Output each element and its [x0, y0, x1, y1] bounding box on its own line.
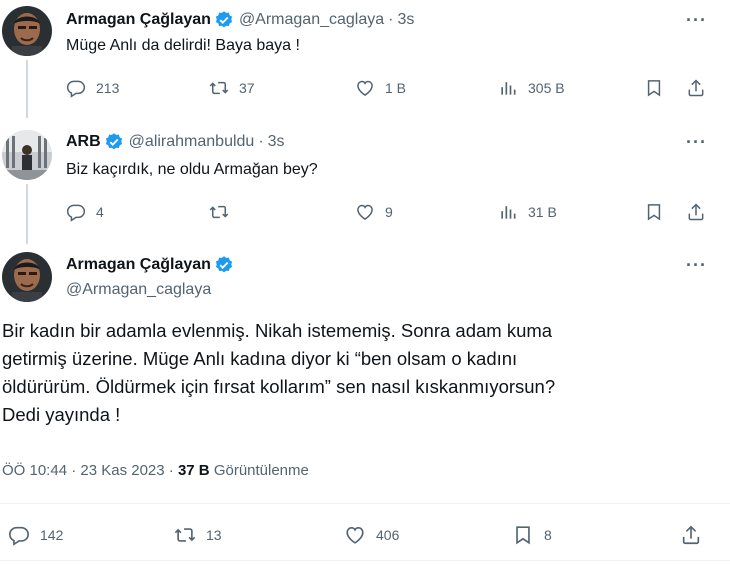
text-line: öldürürüm. Öldürmek için fırsat kollarım… — [2, 376, 556, 397]
avatar-photo — [2, 6, 52, 56]
reply-button[interactable]: 213 — [66, 78, 119, 98]
like-button[interactable]: 1 B — [355, 78, 406, 98]
tweet-text: Biz kaçırdık, ne oldu Armağan bey? — [66, 161, 318, 178]
action-bar: 4 9 31 B — [66, 202, 716, 226]
action-bar: 213 37 1 B 305 B — [66, 78, 716, 102]
text-line: Bir kadın bir adamla evlenmiş. Nikah ist… — [2, 320, 553, 341]
reply-count: 213 — [96, 80, 120, 96]
like-count: 1 B — [385, 80, 407, 96]
retweet-icon — [209, 78, 229, 98]
retweet-button[interactable] — [209, 202, 239, 222]
share-icon — [680, 524, 702, 546]
bookmark-button[interactable]: 8 — [512, 524, 552, 546]
bookmark-icon — [644, 202, 664, 222]
retweet-icon — [209, 202, 229, 222]
verified-badge-icon — [104, 132, 124, 152]
more-dots-icon[interactable]: ··· — [686, 10, 707, 31]
views-chart-icon — [498, 78, 518, 98]
tweet-2-header: ARB @alirahmanbuldu · 3s — [66, 132, 285, 152]
views-chart-icon — [498, 202, 518, 222]
reply-count: 142 — [40, 527, 64, 543]
like-count: 9 — [385, 204, 393, 220]
tweet-2[interactable]: ARB @alirahmanbuldu · 3s ··· Biz kaçırdı… — [0, 118, 730, 244]
verified-badge-icon — [214, 10, 234, 30]
divider — [0, 503, 730, 504]
handle[interactable]: @Armagan_caglaya — [239, 11, 384, 29]
retweet-count: 37 — [239, 80, 255, 96]
share-button[interactable] — [680, 524, 702, 546]
like-button[interactable]: 9 — [355, 202, 393, 222]
views-button[interactable]: 31 B — [498, 202, 557, 222]
avatar-armagan[interactable] — [2, 6, 52, 56]
bookmark-button[interactable] — [644, 202, 664, 222]
heart-icon — [355, 202, 375, 222]
views-button[interactable]: 305 B — [498, 78, 565, 98]
thread-line — [26, 184, 28, 244]
reply-icon — [8, 524, 30, 546]
avatar-photo — [2, 130, 52, 180]
reply-icon — [66, 78, 86, 98]
heart-icon — [355, 78, 375, 98]
more-dots-icon[interactable]: ··· — [686, 255, 707, 276]
main-action-bar: 142 13 406 8 — [8, 524, 708, 548]
views-count: 37 B — [177, 462, 210, 479]
tweet-1[interactable]: Armagan Çağlayan @Armagan_caglaya · 3s ·… — [0, 0, 730, 118]
reply-icon — [66, 202, 86, 222]
share-icon — [686, 78, 706, 98]
text-line: getirmiş üzerine. Müge Anlı kadına diyor… — [2, 348, 518, 369]
tweet-meta: ÖÖ 10:44 · 23 Kas 2023 · 37 B Görüntülen… — [2, 462, 309, 479]
share-icon — [686, 202, 706, 222]
retweet-button[interactable]: 37 — [209, 78, 255, 98]
reply-button[interactable]: 4 — [66, 202, 104, 222]
verified-badge-icon — [214, 255, 234, 275]
bookmark-icon — [512, 524, 534, 546]
bookmark-count: 8 — [544, 527, 552, 543]
retweet-button[interactable]: 13 — [174, 524, 222, 546]
more-dots-icon[interactable]: ··· — [686, 132, 707, 153]
like-button[interactable]: 406 — [344, 524, 399, 546]
timestamp[interactable]: 3s — [268, 133, 285, 151]
display-name[interactable]: Armagan Çağlayan — [66, 256, 211, 274]
heart-icon — [344, 524, 366, 546]
handle[interactable]: @alirahmanbuldu — [129, 133, 255, 151]
retweet-count: 13 — [206, 527, 222, 543]
timestamp[interactable]: 3s — [397, 11, 414, 29]
views-label: Görüntülenme — [213, 462, 309, 479]
tweet-1-header: Armagan Çağlayan @Armagan_caglaya · 3s — [66, 10, 414, 30]
handle[interactable]: @Armagan_caglaya — [66, 281, 211, 299]
bookmark-icon — [644, 78, 664, 98]
bookmark-button[interactable] — [644, 78, 664, 98]
like-count: 406 — [376, 527, 400, 543]
share-button[interactable] — [686, 78, 706, 98]
views-count: 31 B — [528, 204, 557, 220]
post-timestamp[interactable]: ÖÖ 10:44 · 23 Kas 2023 · — [2, 462, 174, 479]
thread-line — [26, 60, 28, 118]
display-name[interactable]: ARB — [66, 133, 101, 151]
retweet-icon — [174, 524, 196, 546]
reply-button[interactable]: 142 — [8, 524, 63, 546]
main-tweet-header: Armagan Çağlayan — [66, 255, 234, 275]
reply-count: 4 — [96, 204, 104, 220]
tweet-text: Müge Anlı da delirdi! Baya baya ! — [66, 37, 300, 54]
main-tweet-text: Bir kadın bir adamla evlenmiş. Nikah ist… — [2, 317, 702, 429]
display-name[interactable]: Armagan Çağlayan — [66, 11, 211, 29]
text-line: Dedi yayında ! — [2, 404, 121, 425]
avatar-photo — [2, 252, 52, 302]
divider — [0, 560, 730, 561]
avatar-arb[interactable] — [2, 130, 52, 180]
views-count: 305 B — [528, 80, 565, 96]
separator-dot: · — [388, 11, 394, 28]
avatar-armagan-main[interactable] — [2, 252, 52, 302]
separator-dot: · — [258, 133, 264, 150]
share-button[interactable] — [686, 202, 706, 222]
